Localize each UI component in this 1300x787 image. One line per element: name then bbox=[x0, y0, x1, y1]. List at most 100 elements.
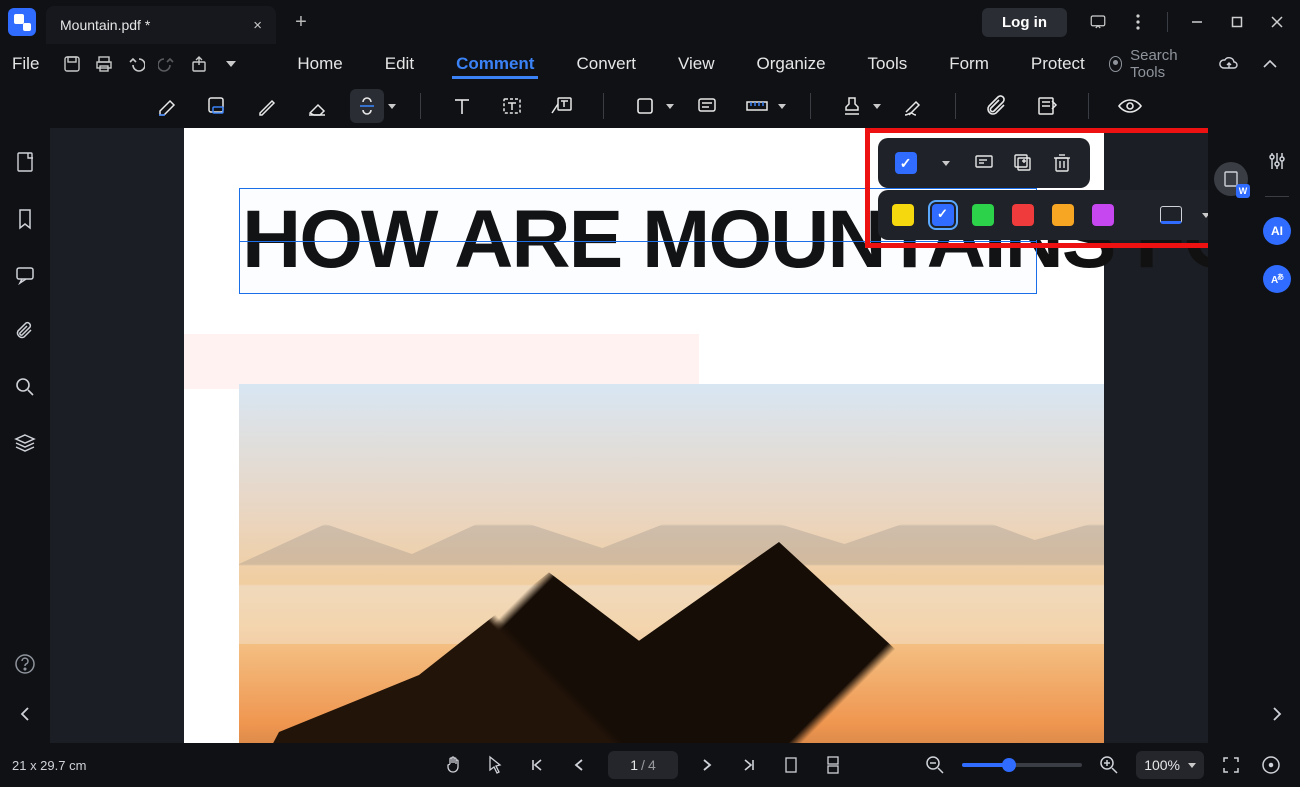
swatch-purple[interactable] bbox=[1092, 204, 1114, 226]
single-page-view-icon[interactable] bbox=[778, 752, 804, 778]
status-bar: 21 x 29.7 cm 1 / 4 100% bbox=[0, 743, 1300, 787]
measure-dropdown-icon[interactable] bbox=[778, 104, 786, 109]
file-menu[interactable]: File bbox=[12, 54, 39, 74]
swatch-blue[interactable] bbox=[932, 204, 954, 226]
menu-edit[interactable]: Edit bbox=[381, 50, 418, 78]
attachments-panel-icon[interactable] bbox=[10, 316, 40, 346]
expand-right-rail-icon[interactable] bbox=[1262, 699, 1292, 729]
first-page-icon[interactable] bbox=[524, 752, 550, 778]
mountain-photo bbox=[239, 384, 1104, 743]
zoom-slider-thumb[interactable] bbox=[1002, 758, 1016, 772]
collapse-ribbon-icon[interactable] bbox=[1257, 49, 1282, 79]
login-button[interactable]: Log in bbox=[982, 8, 1067, 37]
color-picker-button[interactable]: ✓ bbox=[891, 148, 921, 178]
minimize-button[interactable] bbox=[1180, 5, 1214, 39]
ai-assistant-icon[interactable]: AI bbox=[1263, 217, 1291, 245]
last-page-icon[interactable] bbox=[736, 752, 762, 778]
text-callout-tool[interactable] bbox=[545, 89, 579, 123]
hide-comments-tool[interactable] bbox=[1113, 89, 1147, 123]
properties-panel-icon[interactable] bbox=[1262, 146, 1292, 176]
export-word-button[interactable]: W bbox=[1214, 162, 1248, 196]
menu-comment[interactable]: Comment bbox=[452, 50, 538, 79]
close-tab-icon[interactable]: × bbox=[253, 17, 262, 34]
attachment-tool[interactable] bbox=[980, 89, 1014, 123]
manage-comments-tool[interactable] bbox=[1030, 89, 1064, 123]
close-window-button[interactable] bbox=[1260, 5, 1294, 39]
shape-dropdown-icon[interactable] bbox=[666, 104, 674, 109]
text-box-tool[interactable] bbox=[495, 89, 529, 123]
shape-tool[interactable] bbox=[628, 89, 662, 123]
stamp-tool[interactable] bbox=[835, 89, 869, 123]
copy-annotation-icon[interactable] bbox=[1008, 148, 1038, 178]
collapse-left-rail-icon[interactable] bbox=[10, 699, 40, 729]
menu-convert[interactable]: Convert bbox=[572, 50, 640, 78]
menu-bar: File Home Edit Comment Convert View Orga… bbox=[0, 44, 1300, 84]
read-mode-icon[interactable] bbox=[1258, 752, 1284, 778]
feedback-icon[interactable] bbox=[1081, 5, 1115, 39]
new-tab-button[interactable]: + bbox=[286, 11, 316, 34]
pencil-tool[interactable] bbox=[250, 89, 284, 123]
save-icon[interactable] bbox=[59, 49, 85, 79]
zoom-dropdown-icon bbox=[1188, 763, 1196, 768]
more-menu-icon[interactable] bbox=[1121, 5, 1155, 39]
page-number-input[interactable]: 1 / 4 bbox=[608, 751, 678, 779]
menu-home[interactable]: Home bbox=[293, 50, 346, 78]
zoom-out-icon[interactable] bbox=[922, 752, 948, 778]
continuous-view-icon[interactable] bbox=[820, 752, 846, 778]
note-tool[interactable] bbox=[690, 89, 724, 123]
stamp-dropdown-icon[interactable] bbox=[873, 104, 881, 109]
delete-annotation-icon[interactable] bbox=[1047, 148, 1077, 178]
document-canvas[interactable]: HOW ARE MOUNTAINS FORMED? ✓ bbox=[50, 128, 1208, 743]
cloud-upload-icon[interactable] bbox=[1216, 49, 1241, 79]
next-page-icon[interactable] bbox=[694, 752, 720, 778]
menu-form[interactable]: Form bbox=[945, 50, 993, 78]
signature-tool[interactable] bbox=[897, 89, 931, 123]
search-tools-input[interactable]: Search Tools bbox=[1109, 47, 1201, 81]
undo-icon[interactable] bbox=[123, 49, 149, 79]
menu-protect[interactable]: Protect bbox=[1027, 50, 1089, 78]
menu-view[interactable]: View bbox=[674, 50, 719, 78]
document-tab[interactable]: Mountain.pdf * × bbox=[46, 6, 276, 44]
text-tool[interactable] bbox=[445, 89, 479, 123]
prev-page-icon[interactable] bbox=[566, 752, 592, 778]
area-highlight-tool[interactable] bbox=[200, 89, 234, 123]
eraser-tool[interactable] bbox=[300, 89, 334, 123]
lightbulb-icon bbox=[1109, 56, 1122, 72]
layers-panel-icon[interactable] bbox=[10, 428, 40, 458]
swatch-green[interactable] bbox=[972, 204, 994, 226]
maximize-button[interactable] bbox=[1220, 5, 1254, 39]
print-icon[interactable] bbox=[91, 49, 117, 79]
right-float-area: W bbox=[1208, 128, 1254, 743]
redo-icon[interactable] bbox=[154, 49, 180, 79]
select-tool-icon[interactable] bbox=[482, 752, 508, 778]
translate-icon[interactable]: Aあ bbox=[1263, 265, 1291, 293]
zoom-slider[interactable] bbox=[962, 763, 1082, 767]
hand-tool-icon[interactable] bbox=[440, 752, 466, 778]
bookmarks-panel-icon[interactable] bbox=[10, 204, 40, 234]
help-icon[interactable] bbox=[10, 649, 40, 679]
measure-tool[interactable] bbox=[740, 89, 774, 123]
quick-access-dropdown-icon[interactable] bbox=[218, 49, 244, 79]
menu-organize[interactable]: Organize bbox=[753, 50, 830, 78]
add-note-icon[interactable] bbox=[969, 148, 999, 178]
strikethrough-tool[interactable] bbox=[350, 89, 384, 123]
strikethrough-dropdown-icon[interactable] bbox=[388, 104, 396, 109]
color-picker-dropdown-icon[interactable] bbox=[930, 148, 960, 178]
share-icon[interactable] bbox=[186, 49, 212, 79]
comments-panel-icon[interactable] bbox=[10, 260, 40, 290]
line-style-button[interactable] bbox=[1160, 206, 1182, 224]
highlighter-tool[interactable] bbox=[150, 89, 184, 123]
swatch-yellow[interactable] bbox=[892, 204, 914, 226]
search-panel-icon[interactable] bbox=[10, 372, 40, 402]
menu-tools[interactable]: Tools bbox=[864, 50, 912, 78]
total-pages: 4 bbox=[648, 757, 656, 773]
zoom-level-dropdown[interactable]: 100% bbox=[1136, 751, 1204, 779]
fullscreen-icon[interactable] bbox=[1218, 752, 1244, 778]
thumbnails-panel-icon[interactable] bbox=[10, 148, 40, 178]
svg-text:あ: あ bbox=[1277, 272, 1284, 281]
zoom-in-icon[interactable] bbox=[1096, 752, 1122, 778]
main-area: HOW ARE MOUNTAINS FORMED? ✓ bbox=[0, 128, 1300, 743]
swatch-red[interactable] bbox=[1012, 204, 1034, 226]
line-style-dropdown-icon[interactable] bbox=[1202, 213, 1208, 218]
swatch-orange[interactable] bbox=[1052, 204, 1074, 226]
